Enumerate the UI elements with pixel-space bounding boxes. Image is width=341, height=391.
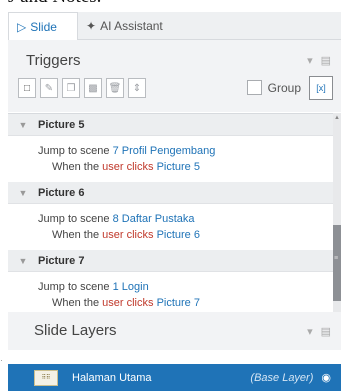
new-trigger-button[interactable]: □ bbox=[18, 78, 36, 98]
chevron-down-icon: ▼ bbox=[18, 255, 28, 266]
condition-prefix: When the bbox=[52, 229, 100, 241]
trigger-list-scrollbar[interactable]: ▲ ≡ bbox=[333, 113, 341, 312]
layers-spacer bbox=[8, 350, 341, 364]
scroll-up-arrow-icon[interactable]: ▲ bbox=[333, 115, 341, 121]
layer-thumbnail: ⠿⠿ bbox=[34, 369, 58, 386]
group-toggle: Group bbox=[246, 80, 301, 95]
trigger-group-title: Picture 7 bbox=[38, 254, 85, 267]
layer-name: Halaman Utama bbox=[72, 371, 152, 384]
triggers-header-controls: ▾ ▤ bbox=[307, 54, 331, 67]
trigger-action: Jump to scene 1 Login bbox=[38, 279, 333, 295]
triggers-title: Triggers bbox=[26, 52, 81, 69]
trigger-item[interactable]: Jump to scene 1 Login When the user clic… bbox=[8, 272, 333, 312]
trigger-condition: When the user clicks Picture 6 bbox=[38, 227, 333, 243]
trigger-group-title: Picture 6 bbox=[38, 186, 85, 199]
popout-icon[interactable]: ▤ bbox=[321, 54, 331, 67]
slide-icon: ▷ bbox=[17, 19, 27, 34]
group-checkbox[interactable] bbox=[246, 80, 262, 95]
condition-event-link[interactable]: user clicks bbox=[102, 161, 153, 173]
condition-object-link[interactable]: Picture 5 bbox=[157, 161, 200, 173]
layer-thumbnail-art: ⠿⠿ bbox=[41, 375, 51, 381]
collapse-icon[interactable]: ▾ bbox=[307, 325, 313, 338]
condition-event-link[interactable]: user clicks bbox=[102, 229, 153, 241]
tab-slide-label: Slide bbox=[30, 19, 57, 34]
panel-tabbar: ▷ Slide ✦ AI Assistant bbox=[8, 12, 341, 40]
edit-trigger-button[interactable]: ✎ bbox=[40, 78, 58, 98]
paste-icon: ▩ bbox=[88, 82, 98, 94]
condition-object-link[interactable]: Picture 7 bbox=[157, 297, 200, 309]
group-label: Group bbox=[267, 80, 301, 95]
margin-marks: · bbox=[0, 355, 3, 365]
trigger-condition: When the user clicks Picture 5 bbox=[38, 159, 333, 175]
triggers-toolbar: □ ✎ ❐ ▩ 🗑 ⇕ bbox=[18, 78, 146, 98]
delete-icon: 🗑 bbox=[108, 82, 122, 94]
paste-button[interactable]: ▩ bbox=[84, 78, 102, 98]
condition-object-link[interactable]: Picture 6 bbox=[157, 229, 200, 241]
tab-slide[interactable]: ▷ Slide bbox=[8, 12, 78, 40]
trigger-group-header[interactable]: ▼ Picture 6 bbox=[8, 182, 333, 204]
condition-prefix: When the bbox=[52, 161, 100, 173]
collapse-icon[interactable]: ▾ bbox=[307, 54, 313, 67]
layers-header-controls: ▾ ▤ bbox=[307, 325, 331, 338]
trigger-group-title: Picture 5 bbox=[38, 118, 85, 131]
trigger-item[interactable]: Jump to scene 7 Profil Pengembang When t… bbox=[8, 136, 333, 182]
tab-ai-assistant-label: AI Assistant bbox=[100, 19, 163, 33]
trigger-target-link[interactable]: 1 Login bbox=[113, 281, 149, 293]
trigger-item[interactable]: Jump to scene 8 Daftar Pustaka When the … bbox=[8, 204, 333, 250]
slide-layers-header: Slide Layers ▾ ▤ bbox=[8, 312, 341, 350]
copy-icon: ❐ bbox=[66, 82, 76, 94]
tab-ai-assistant[interactable]: ✦ AI Assistant bbox=[78, 12, 171, 40]
trigger-group-header[interactable]: ▼ Picture 7 bbox=[8, 250, 333, 272]
variables-button[interactable]: [x] bbox=[309, 76, 333, 100]
chevron-down-icon: ▼ bbox=[18, 119, 28, 130]
new-trigger-icon: □ bbox=[23, 82, 31, 94]
trigger-group-header[interactable]: ▼ Picture 5 bbox=[8, 114, 333, 136]
copy-button[interactable]: ❐ bbox=[62, 78, 80, 98]
move-up-down-icon: ⇕ bbox=[132, 82, 142, 94]
document-caption: J and Notes. bbox=[8, 0, 341, 8]
grip-icon: ≡ bbox=[334, 255, 339, 262]
triggers-header: Triggers ▾ ▤ □ ✎ ❐ ▩ 🗑 ⇕ Group [x] bbox=[8, 40, 341, 112]
chevron-down-icon: ▼ bbox=[18, 187, 28, 198]
scroll-thumb[interactable]: ≡ bbox=[333, 225, 341, 301]
trigger-action-text: Jump to scene bbox=[38, 145, 110, 157]
trigger-action: Jump to scene 8 Daftar Pustaka bbox=[38, 211, 333, 227]
trigger-target-link[interactable]: 7 Profil Pengembang bbox=[113, 145, 216, 157]
trigger-target-link[interactable]: 8 Daftar Pustaka bbox=[113, 213, 195, 225]
condition-event-link[interactable]: user clicks bbox=[102, 297, 153, 309]
trigger-action-text: Jump to scene bbox=[38, 213, 110, 225]
popout-icon[interactable]: ▤ bbox=[321, 325, 331, 338]
slide-layers-title: Slide Layers bbox=[34, 322, 117, 339]
variables-icon: [x] bbox=[316, 83, 326, 93]
layer-row-base[interactable]: ⠿⠿ Halaman Utama (Base Layer) ◉ bbox=[8, 364, 341, 391]
visibility-eye-icon[interactable]: ◉ bbox=[321, 371, 331, 384]
move-up-down-button[interactable]: ⇕ bbox=[128, 78, 146, 98]
trigger-condition: When the user clicks Picture 7 bbox=[38, 295, 333, 311]
condition-prefix: When the bbox=[52, 297, 100, 309]
trigger-list: ▼ Picture 5 Jump to scene 7 Profil Penge… bbox=[8, 113, 333, 312]
edit-trigger-icon: ✎ bbox=[44, 82, 54, 94]
base-layer-tag: (Base Layer) bbox=[250, 371, 314, 384]
sparkle-icon: ✦ bbox=[86, 19, 97, 33]
trigger-action-text: Jump to scene bbox=[38, 281, 110, 293]
delete-button[interactable]: 🗑 bbox=[106, 78, 124, 98]
trigger-action: Jump to scene 7 Profil Pengembang bbox=[38, 143, 333, 159]
